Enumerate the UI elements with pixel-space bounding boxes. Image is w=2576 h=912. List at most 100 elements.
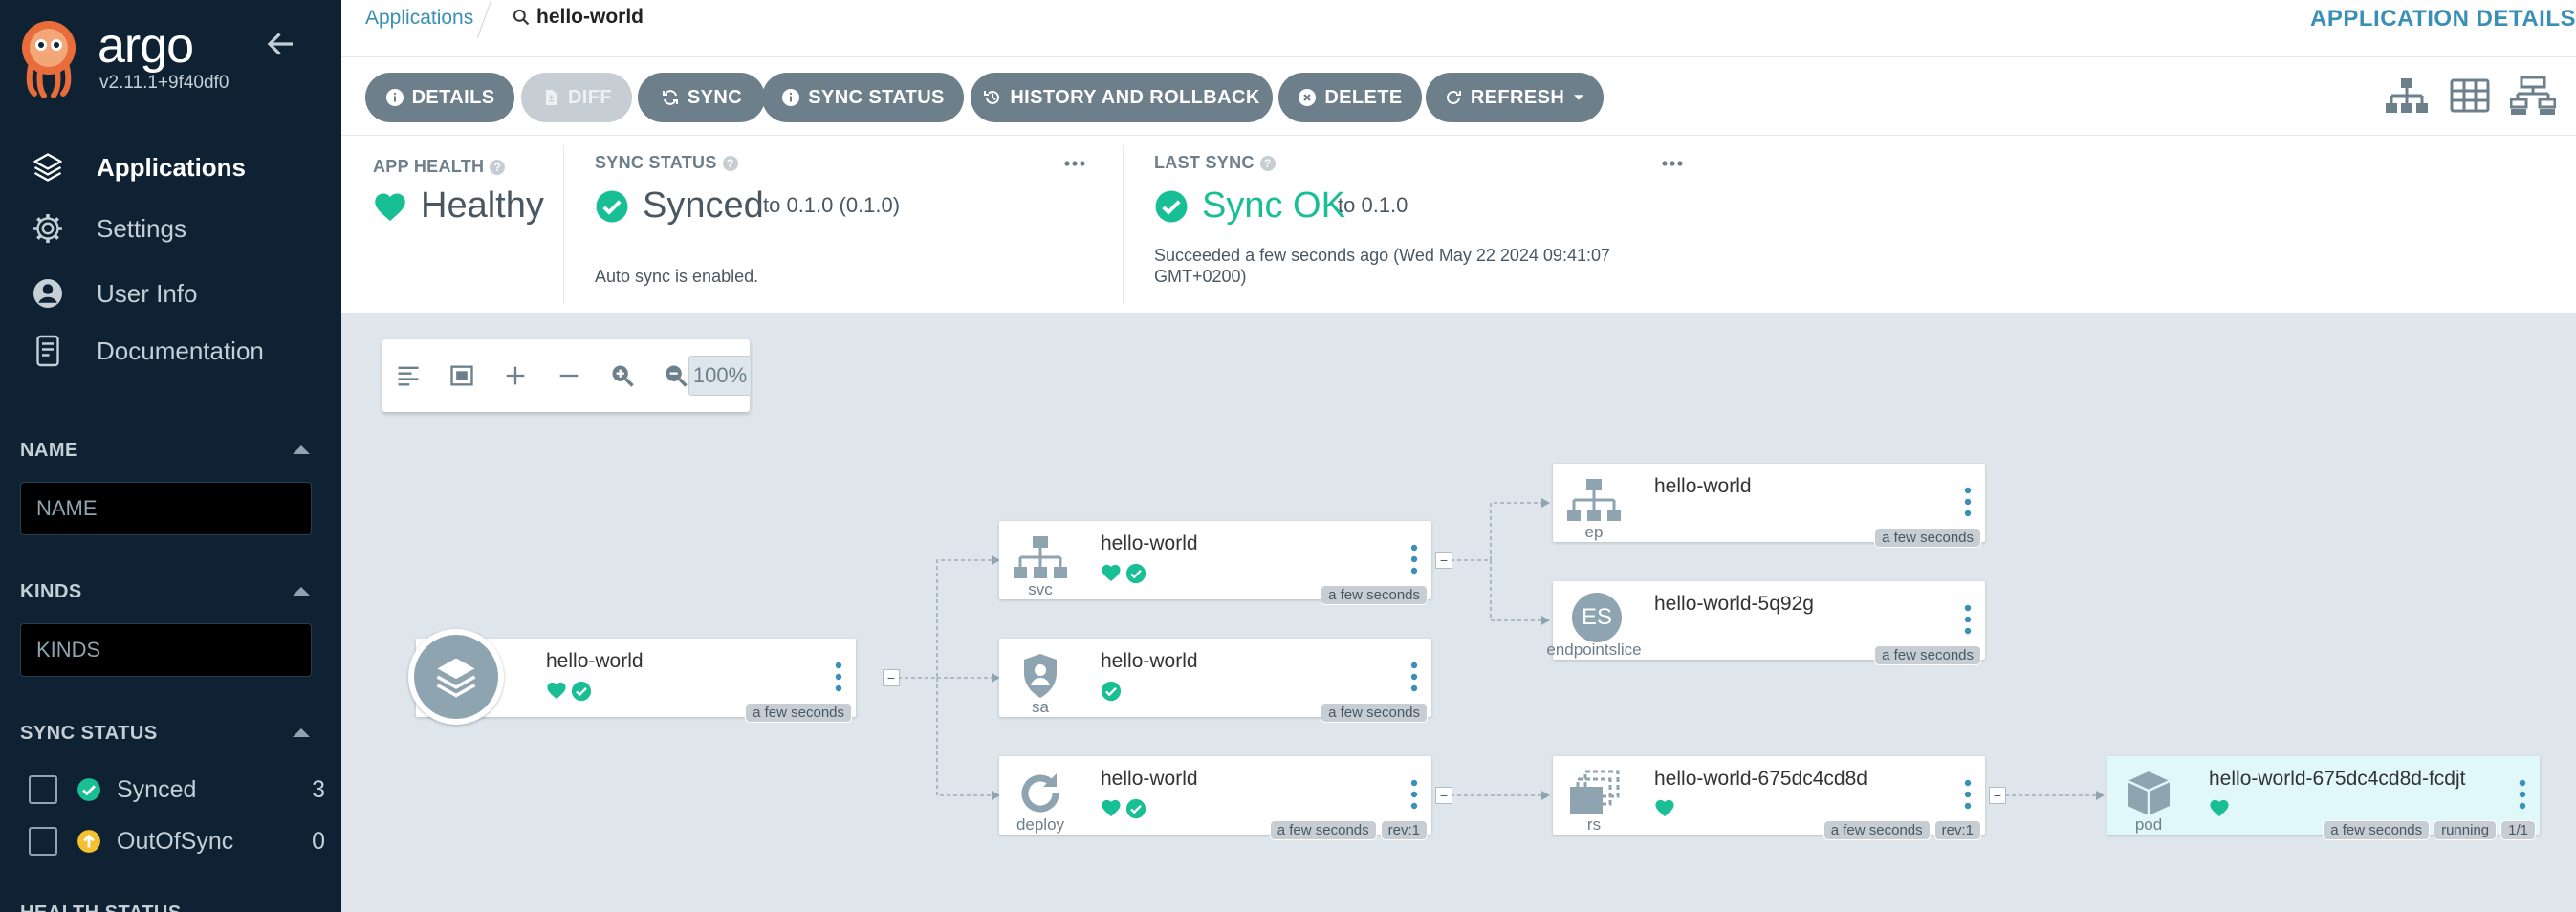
- heart-icon: [1102, 564, 1121, 582]
- sidebar-item-user-info[interactable]: User Info: [0, 267, 341, 320]
- serviceaccount-node[interactable]: sa hello-world a few seconds: [999, 639, 1431, 723]
- collapse-toggle[interactable]: −: [1435, 552, 1452, 569]
- layers-icon: [33, 153, 62, 182]
- node-status: [1654, 798, 1675, 819]
- help-icon[interactable]: ?: [1259, 155, 1276, 171]
- collapse-sidebar-icon[interactable]: [264, 27, 298, 61]
- help-icon[interactable]: ?: [722, 155, 738, 171]
- endpoints-node[interactable]: ep hello-world a few seconds: [1553, 464, 1985, 548]
- endpointslice-node[interactable]: ES endpointslice hello-world-5q92g a few…: [1546, 581, 1985, 665]
- divider: [563, 145, 564, 304]
- node-name: hello-world-675dc4cd8d: [1654, 768, 1867, 790]
- align-left-icon[interactable]: [392, 358, 425, 393]
- heart-icon: [547, 682, 566, 700]
- more-options-icon[interactable]: [1661, 159, 1684, 168]
- last-sync-detail-tz: GMT+0200): [1154, 267, 1247, 286]
- app-root-node[interactable]: hello-world a few seconds: [408, 629, 856, 725]
- collapse-icon[interactable]: [553, 358, 585, 393]
- more-options-icon[interactable]: [1063, 159, 1086, 168]
- kinds-filter-input[interactable]: [20, 623, 312, 677]
- auto-sync-note: Auto sync is enabled.: [595, 267, 759, 286]
- filter-option-count: 0: [312, 828, 325, 855]
- document-icon: [36, 335, 59, 367]
- sidebar-item-documentation[interactable]: Documentation: [0, 324, 341, 378]
- heart-icon: [2210, 799, 2229, 817]
- gear-icon: [33, 214, 62, 243]
- node-name: hello-world: [1101, 768, 1198, 790]
- deployment-node[interactable]: deploy hello-world a few seconds rev:1: [999, 756, 1431, 840]
- collapse-toggle[interactable]: −: [1435, 787, 1452, 804]
- node-name: hello-world: [1654, 475, 1752, 497]
- node-menu-icon[interactable]: [1410, 662, 1418, 692]
- sidebar-item-label: Documentation: [97, 336, 264, 365]
- node-status: [2209, 798, 2230, 819]
- sync-icon: [662, 90, 678, 105]
- node-menu-icon[interactable]: [1964, 487, 1972, 517]
- sidebar-item-applications[interactable]: Applications: [0, 141, 341, 194]
- node-name: hello-world-5q92g: [1654, 593, 1814, 615]
- fit-screen-icon[interactable]: [446, 358, 478, 393]
- zoom-toolbar: 100%: [382, 339, 752, 412]
- chevron-up-icon[interactable]: [291, 584, 312, 597]
- node-menu-icon[interactable]: [2519, 779, 2526, 810]
- sync-filter-outofsync[interactable]: OutOfSync 0: [29, 819, 325, 858]
- search-icon: [513, 9, 530, 26]
- delete-button[interactable]: DELETE: [1278, 73, 1422, 122]
- sync-status-label: SYNC STATUS ?: [595, 153, 738, 173]
- pod-node[interactable]: pod hello-world-675dc4cd8d-fcdjt a few s…: [2107, 756, 2540, 840]
- user-icon: [33, 279, 62, 308]
- collapse-toggle[interactable]: −: [883, 669, 900, 686]
- node-menu-icon[interactable]: [1410, 544, 1418, 575]
- age-tag: a few seconds: [1321, 703, 1428, 723]
- grid-view-icon[interactable]: [2447, 75, 2493, 117]
- node-status: [1101, 563, 1146, 584]
- sidebar-item-label: User Info: [97, 278, 198, 308]
- last-sync-target: to 0.1.0: [1338, 193, 1408, 217]
- outofsync-checkbox[interactable]: [29, 827, 57, 856]
- breadcrumb-applications[interactable]: Applications: [365, 7, 473, 30]
- node-menu-icon[interactable]: [1964, 779, 1972, 810]
- argo-logo-icon[interactable]: [17, 19, 80, 99]
- collapse-toggle[interactable]: −: [1989, 787, 2006, 804]
- replicaset-node[interactable]: rs hello-world-675dc4cd8d a few seconds …: [1553, 756, 1985, 840]
- age-tag: a few seconds: [2323, 820, 2431, 840]
- sync-button[interactable]: SYNC: [638, 73, 765, 122]
- filter-health-status-title: HEALTH STATUS: [20, 902, 182, 912]
- history-icon: [984, 90, 1000, 104]
- details-button[interactable]: DETAILS: [365, 73, 514, 122]
- divider: [1123, 145, 1124, 304]
- node-tags: a few seconds: [745, 703, 852, 723]
- service-node[interactable]: svc hello-world a few seconds: [999, 521, 1431, 605]
- sidebar-item-label: Applications: [97, 152, 247, 182]
- zoom-level[interactable]: 100%: [688, 356, 752, 396]
- node-kind: deploy: [1015, 815, 1065, 834]
- sync-status-button[interactable]: SYNC STATUS: [762, 73, 964, 122]
- node-menu-icon[interactable]: [1410, 779, 1418, 810]
- chevron-up-icon[interactable]: [291, 443, 312, 456]
- tree-view-icon[interactable]: [2384, 75, 2430, 117]
- node-name: hello-world-675dc4cd8d-fcdjt: [2209, 768, 2466, 790]
- expand-icon[interactable]: [499, 358, 532, 393]
- check-circle-icon: [77, 778, 100, 801]
- age-tag: a few seconds: [1874, 645, 1981, 665]
- sync-filter-synced[interactable]: Synced 3: [29, 768, 325, 806]
- node-tags: a few seconds rev:1: [1823, 820, 1981, 840]
- network-view-icon[interactable]: [2510, 75, 2556, 117]
- sidebar-item-settings[interactable]: Settings: [0, 202, 341, 255]
- resource-tree-canvas[interactable]: 100% hello-world a few seconds − svc hel…: [341, 314, 2576, 912]
- diff-button[interactable]: DIFF: [521, 73, 632, 122]
- age-tag: a few seconds: [745, 703, 852, 723]
- history-rollback-button[interactable]: HISTORY AND ROLLBACK: [971, 73, 1273, 122]
- caret-down-icon: [1574, 95, 1584, 100]
- filter-sync-status-title: SYNC STATUS: [20, 723, 158, 744]
- revision-tag: rev:1: [1380, 820, 1428, 840]
- synced-checkbox[interactable]: [29, 775, 57, 804]
- chevron-up-icon[interactable]: [291, 726, 312, 739]
- refresh-button[interactable]: REFRESH: [1426, 73, 1604, 122]
- node-menu-icon[interactable]: [835, 662, 842, 692]
- node-menu-icon[interactable]: [1964, 604, 1972, 635]
- zoom-in-icon[interactable]: [606, 358, 639, 393]
- name-filter-input[interactable]: [20, 482, 312, 535]
- help-icon[interactable]: ?: [490, 159, 506, 175]
- zoom-out-icon[interactable]: [660, 358, 692, 393]
